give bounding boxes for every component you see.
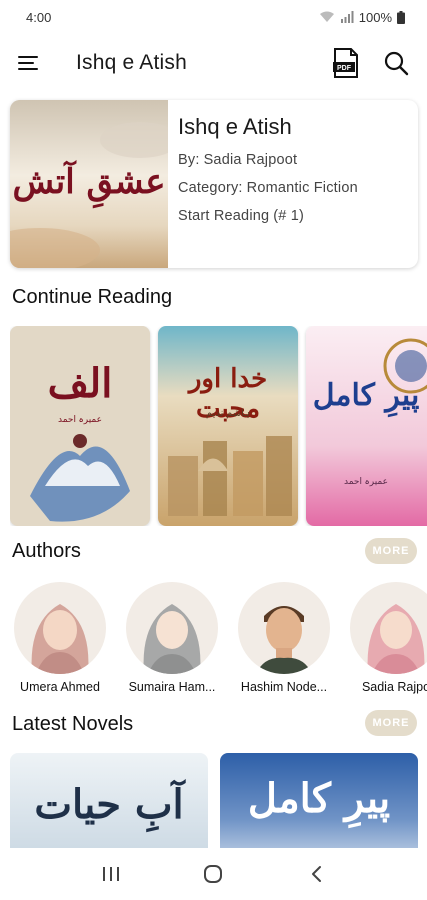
author-item[interactable]: Umera Ahmed [5, 582, 115, 694]
author-name: Hashim Node... [240, 680, 328, 694]
menu-icon[interactable] [18, 51, 42, 75]
system-nav-bar [0, 848, 427, 900]
battery-percent: 100% [358, 9, 392, 25]
featured-author: By: Sadia Rajpoot [178, 152, 298, 168]
author-avatar [14, 582, 106, 674]
author-avatar [350, 582, 427, 674]
home-icon [204, 865, 223, 883]
recent-apps-icon [103, 867, 120, 881]
author-name: Umera Ahmed [20, 680, 100, 694]
authors-more-button[interactable]: MORE [365, 538, 417, 564]
battery-icon [397, 10, 405, 24]
featured-title: Ishq e Atish [178, 114, 292, 139]
featured-info: Ishq e Atish By: Sadia Rajpoot Category: R… [168, 100, 368, 268]
featured-category: Category: Romantic Fiction [178, 180, 358, 196]
app-actions: PDF [333, 48, 409, 78]
book-cover-subtitle: عمیرہ احمد [57, 414, 103, 424]
status-time: 4:00 [26, 9, 52, 25]
latest-novels-more-button[interactable]: MORE [365, 710, 417, 736]
continue-reading-book[interactable]: الف عمیرہ احمد [10, 326, 150, 526]
author-item[interactable]: Hashim Node... [229, 582, 339, 694]
authors-title: Authors [12, 540, 81, 562]
latest-novel-book[interactable]: آبِ حیات [10, 753, 208, 851]
app-title: Ishq e Atish [76, 51, 187, 74]
recent-apps-button[interactable] [91, 854, 131, 894]
book-cover-title: الف [47, 360, 113, 407]
continue-reading-book[interactable]: خدا اور محبت ہاشم ندیم [158, 326, 298, 526]
authors-list[interactable]: Umera Ahmed Sumaira Ham... Hashim Node..… [0, 582, 427, 700]
book-cover-art [10, 326, 150, 526]
pdf-icon[interactable]: PDF [333, 48, 359, 78]
back-button[interactable] [296, 854, 336, 894]
book-cover-art [306, 326, 427, 526]
start-reading-link[interactable]: Start Reading (# 1) [178, 208, 358, 224]
book-cover-title: آبِ حیات [34, 781, 184, 828]
author-item[interactable]: Sumaira Ham... [117, 582, 227, 694]
signal-icon [340, 11, 354, 23]
svg-text:PDF: PDF [337, 65, 352, 72]
book-cover-art [158, 326, 298, 526]
author-name: Sadia Rajpo [361, 680, 427, 694]
app-bar: Ishq e Atish PDF [0, 40, 427, 86]
featured-novel-card[interactable]: عشقِ آتش Ishq e Atish By: Sadia Rajpoot C… [10, 100, 418, 268]
book-cover-subtitle: عمیرہ احمد [343, 476, 389, 486]
back-icon [311, 866, 321, 882]
author-name: Sumaira Ham... [128, 680, 216, 694]
continue-reading-list[interactable]: الف عمیرہ احمد خدا اور محبت ہاشم ندیم پی… [10, 326, 427, 526]
search-icon[interactable] [383, 50, 409, 76]
home-button[interactable] [193, 854, 233, 894]
book-cover-title: پیرِ کامل [312, 378, 420, 413]
latest-novels-title: Latest Novels [12, 713, 134, 735]
status-icons: 100% [319, 10, 405, 25]
status-bar: 4:00 100% [0, 0, 427, 34]
continue-reading-title: Continue Reading [12, 286, 173, 308]
author-avatar [126, 582, 218, 674]
author-avatar [238, 582, 330, 674]
featured-cover-title: عشقِ آتش [12, 162, 166, 202]
latest-novel-book[interactable]: پیرِ کامل [220, 753, 418, 851]
wifi-icon [319, 11, 334, 22]
book-cover-title: پیرِ کامل [247, 775, 391, 822]
latest-novels-list[interactable]: آبِ حیات پیرِ کامل [10, 753, 427, 851]
book-cover-subtitle: ہاشم ندیم [205, 408, 251, 419]
author-item[interactable]: Sadia Rajpo [341, 582, 427, 694]
featured-cover-image: عشقِ آتش [10, 100, 168, 268]
continue-reading-book[interactable]: پیرِ کامل عمیرہ احمد [306, 326, 427, 526]
